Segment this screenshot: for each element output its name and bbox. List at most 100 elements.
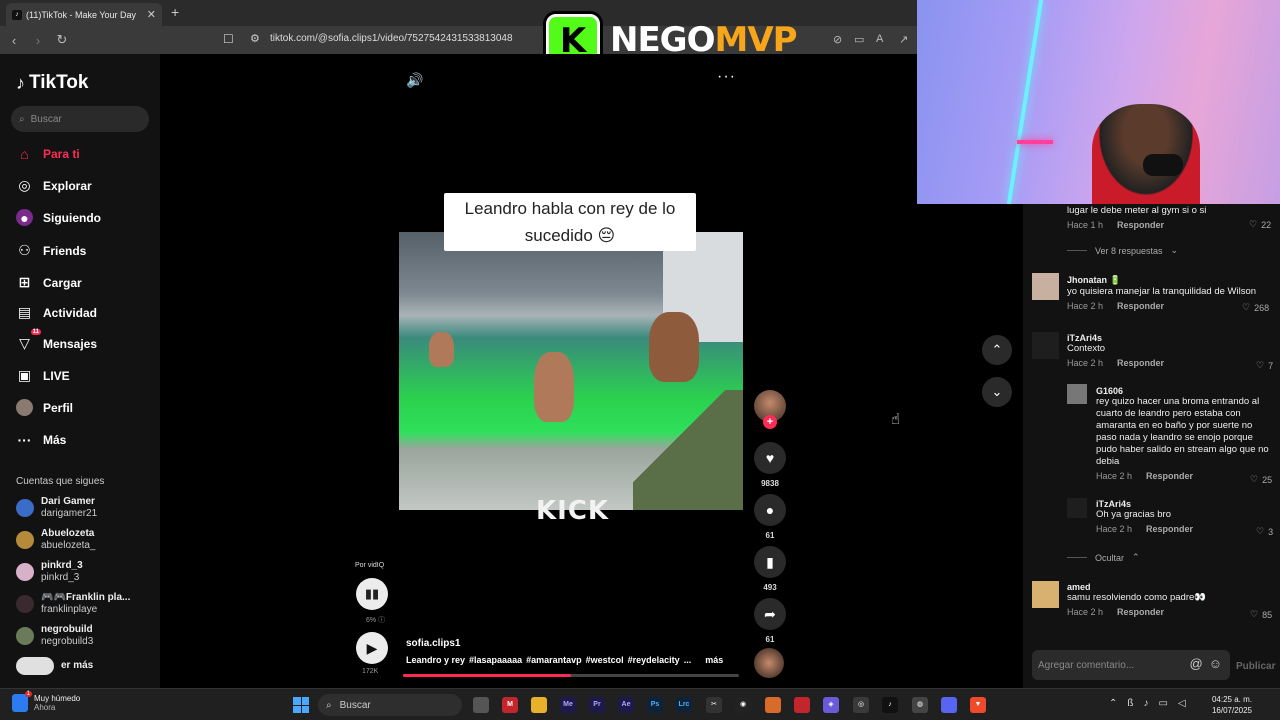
- nav-live[interactable]: ▣ LIVE: [16, 367, 70, 384]
- nav-para-ti[interactable]: ⌂ Para ti: [16, 145, 79, 162]
- avatar[interactable]: [1067, 498, 1087, 518]
- close-tab-icon[interactable]: ✕: [147, 8, 156, 21]
- save-button[interactable]: ▮ 493: [754, 546, 786, 592]
- avatar[interactable]: [1032, 273, 1059, 300]
- brave-icon[interactable]: ▼: [970, 697, 986, 713]
- follow-button[interactable]: +: [763, 415, 777, 429]
- comment-like-button[interactable]: ♡ 7: [1256, 360, 1273, 371]
- url-input[interactable]: tiktok.com/@sofia.clips1/video/752754243…: [270, 33, 513, 44]
- comment-like-button[interactable]: ♡ 268: [1242, 302, 1269, 313]
- comment-user[interactable]: Jhonatan 🔋: [1067, 275, 1272, 286]
- browser-tab[interactable]: ♪ (11)TikTok - Make Your Day ✕: [6, 3, 162, 26]
- app-icon[interactable]: [765, 697, 781, 713]
- tiktok-icon[interactable]: ♪: [882, 697, 898, 713]
- clock[interactable]: 04:25 a. m. 16/07/2025: [1204, 694, 1252, 716]
- comment-like-button[interactable]: ♡ 85: [1250, 609, 1272, 620]
- more-description-link[interactable]: más: [705, 655, 723, 665]
- hashtag[interactable]: #amarantavp: [526, 655, 582, 665]
- obs-icon[interactable]: ◉: [735, 697, 751, 713]
- hide-replies-button[interactable]: Ocultar ⌃: [1067, 552, 1140, 563]
- creator-name[interactable]: sofia.clips1: [406, 638, 460, 649]
- next-video-button[interactable]: ⌄: [982, 377, 1012, 407]
- volume-icon[interactable]: 🔊: [406, 72, 423, 89]
- back-icon[interactable]: ‹: [4, 33, 24, 48]
- network-icon[interactable]: ▭: [1159, 698, 1168, 709]
- nav-mensajes[interactable]: ▽ 11 Mensajes: [16, 329, 97, 352]
- vidiq-stats-button[interactable]: ▮▮: [356, 578, 388, 610]
- task-view-icon[interactable]: [473, 697, 489, 713]
- info-icon[interactable]: ⓘ: [378, 617, 385, 624]
- emoji-icon[interactable]: ☺: [1209, 656, 1222, 671]
- comment-user[interactable]: G1606: [1096, 386, 1274, 396]
- comment-user[interactable]: iTzAri4s: [1096, 499, 1274, 509]
- media-icon[interactable]: ⊘: [833, 33, 842, 46]
- music-disc-icon[interactable]: [754, 648, 784, 678]
- nav-mas[interactable]: ··· Más: [16, 431, 67, 448]
- cast-icon[interactable]: ▭: [854, 33, 864, 46]
- mcafee-icon[interactable]: M: [502, 697, 518, 713]
- hashtag[interactable]: #westcol: [586, 655, 624, 665]
- share-button[interactable]: ➦ 61: [754, 598, 786, 644]
- avatar[interactable]: [1032, 581, 1059, 608]
- comment-like-button[interactable]: ♡ 22: [1249, 219, 1271, 230]
- new-tab-button[interactable]: +: [171, 4, 179, 20]
- nav-explorar[interactable]: ◎ Explorar: [16, 177, 91, 194]
- site-info-icon[interactable]: ⚙: [250, 32, 260, 45]
- taskbar-search[interactable]: ⌕ Buscar: [318, 694, 462, 716]
- volume-icon[interactable]: ◁: [1178, 698, 1186, 709]
- avatar[interactable]: [1032, 332, 1059, 359]
- app-icon[interactable]: [794, 697, 810, 713]
- video-player[interactable]: 🔊 ··· Leandro habla con rey de lo sucedi…: [160, 54, 1012, 688]
- chevron-up-icon[interactable]: ⌃: [1109, 698, 1117, 709]
- video-frame[interactable]: [399, 232, 743, 510]
- video-progress-bar[interactable]: [403, 674, 739, 677]
- followed-account[interactable]: 🎮🎮Franklin pla... franklinplaye: [16, 592, 130, 616]
- gamepad-icon[interactable]: ◈: [823, 697, 839, 713]
- reply-button[interactable]: Responder: [1117, 358, 1164, 368]
- translate-icon[interactable]: A: [876, 33, 883, 45]
- reply-button[interactable]: Responder: [1146, 471, 1193, 481]
- view-replies-button[interactable]: Ver 8 respuestas ⌄: [1067, 245, 1178, 256]
- bluetooth-icon[interactable]: ß: [1127, 698, 1133, 709]
- microphone-icon[interactable]: ♪: [1144, 698, 1149, 709]
- reply-button[interactable]: Responder: [1117, 301, 1164, 311]
- hashtag[interactable]: #reydelacity: [628, 655, 680, 665]
- nav-siguiendo[interactable]: ● Siguiendo: [16, 209, 101, 226]
- search-input[interactable]: ⌕ Buscar: [11, 106, 149, 132]
- reload-icon[interactable]: ↻: [52, 32, 72, 48]
- comment-button[interactable]: ● 61: [754, 494, 786, 540]
- comment-like-button[interactable]: ♡ 25: [1250, 474, 1272, 485]
- premiere-icon[interactable]: Pr: [589, 697, 605, 713]
- reply-button[interactable]: Responder: [1146, 524, 1193, 534]
- avatar[interactable]: [1067, 384, 1087, 404]
- discord-icon[interactable]: [941, 697, 957, 713]
- more-options-icon[interactable]: ···: [717, 68, 736, 86]
- publish-button[interactable]: Publicar: [1236, 661, 1275, 672]
- bookmark-icon[interactable]: ☐: [223, 32, 234, 46]
- folder-icon[interactable]: [531, 697, 547, 713]
- nav-actividad[interactable]: ▤ Actividad: [16, 304, 97, 321]
- comment-like-button[interactable]: ♡ 3: [1256, 526, 1273, 537]
- tiktok-logo[interactable]: ♪ TikTok: [16, 72, 88, 94]
- followed-account[interactable]: pinkrd_3 pinkrd_3: [16, 560, 83, 584]
- see-more-link[interactable]: er más: [16, 657, 93, 675]
- forward-icon[interactable]: ›: [28, 33, 48, 48]
- followed-account[interactable]: Dari Gamer darigamer21: [16, 496, 97, 520]
- start-button[interactable]: [293, 697, 309, 713]
- comment-input[interactable]: Agregar comentario... @ ☺: [1032, 650, 1230, 680]
- nav-friends[interactable]: ⚇ Friends: [16, 242, 86, 259]
- comment-user[interactable]: iTzAri4s: [1067, 333, 1272, 343]
- photoshop-icon[interactable]: Ps: [647, 697, 663, 713]
- previous-video-button[interactable]: ⌃: [982, 335, 1012, 365]
- mention-icon[interactable]: @: [1190, 656, 1203, 671]
- comment-user[interactable]: amed: [1067, 582, 1272, 592]
- hashtag[interactable]: #lasapaaaaa: [469, 655, 522, 665]
- reply-button[interactable]: Responder: [1117, 607, 1164, 617]
- app-icon[interactable]: ◍: [912, 697, 928, 713]
- lightroom-icon[interactable]: Lrc: [676, 697, 692, 713]
- extension-toggle[interactable]: [16, 657, 54, 675]
- weather-widget[interactable]: 1 Muy húmedo Ahora: [12, 691, 80, 712]
- capcut-icon[interactable]: ✂: [706, 697, 722, 713]
- after-effects-icon[interactable]: Ae: [618, 697, 634, 713]
- nav-perfil[interactable]: Perfil: [16, 399, 73, 416]
